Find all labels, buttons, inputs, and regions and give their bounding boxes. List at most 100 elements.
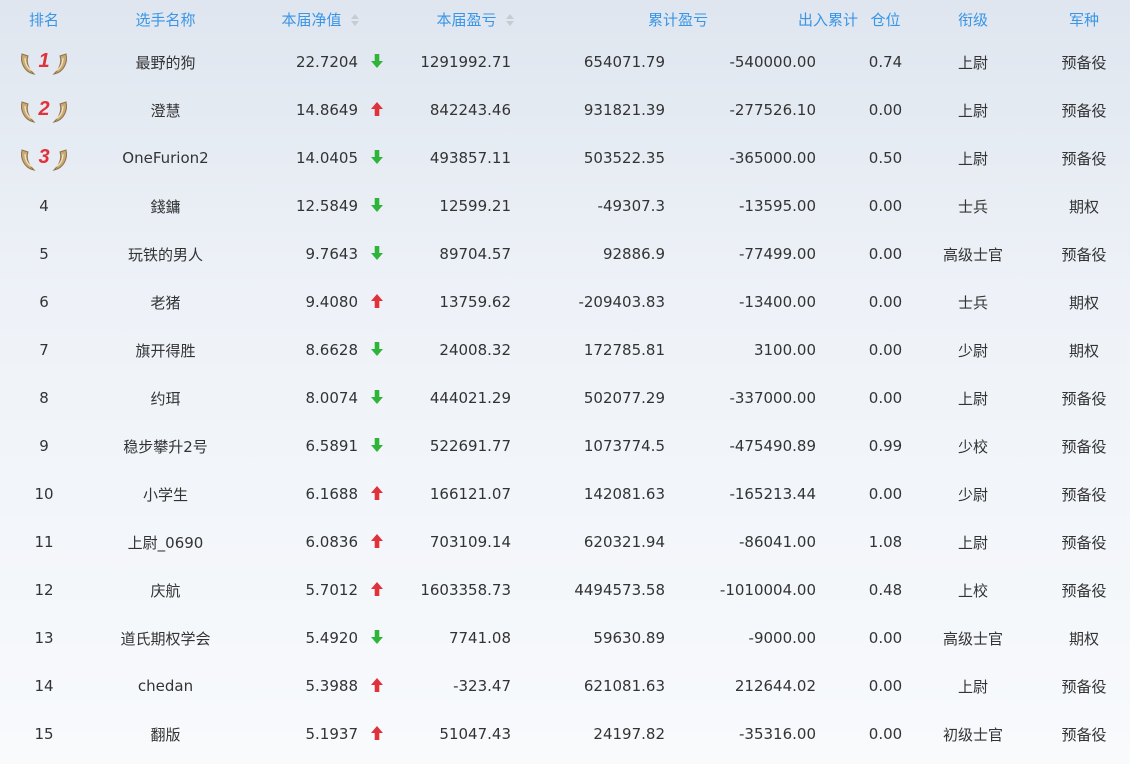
player-name: 玩铁的男人 — [127, 245, 203, 264]
nav-value: 8.6628 — [305, 341, 359, 359]
level-value: 少尉 — [957, 341, 988, 360]
rank-cell: 8 — [39, 389, 49, 407]
level-value: 上尉 — [957, 533, 988, 552]
player-name: 道氏期权学会 — [120, 629, 211, 648]
table-row: 11 上尉_0690 6.0836 703109.14 620321.94 -86041.… — [0, 518, 1130, 566]
branch-value: 预备役 — [1061, 101, 1107, 120]
cum-pnl-value: 92886.9 — [602, 245, 665, 263]
table-row: 7 旗开得胜 8.6628 24008.32 172785.81 3100.00 0.00 少… — [0, 326, 1130, 374]
nav-value: 5.1937 — [305, 725, 359, 743]
position-value: 0.00 — [868, 389, 903, 407]
flow-value: -277526.10 — [729, 101, 816, 119]
rank-badge-icon: 3 — [21, 146, 67, 171]
player-name: 澄慧 — [150, 101, 181, 120]
header-branch: 军种 — [1068, 10, 1099, 29]
arrow-up-icon — [371, 294, 383, 308]
level-value: 上尉 — [957, 101, 988, 120]
nav-value: 12.5849 — [295, 197, 358, 215]
ranking-table: 排名 选手名称 本届净值 本届盈亏 累计盈亏 出入累计 仓位 衔级 军种 1 最野… — [0, 0, 1130, 764]
cum-pnl-value: 654071.79 — [583, 53, 665, 71]
table-row: 1 最野的狗 22.7204 1291992.71 654071.79 -540000.0… — [0, 38, 1130, 86]
level-value: 高级士官 — [942, 245, 1003, 264]
cum-pnl-value: 59630.89 — [593, 629, 665, 647]
cum-pnl-value: 620321.94 — [583, 533, 665, 551]
nav-value: 5.3988 — [305, 677, 359, 695]
player-name: 錢鏞 — [150, 197, 181, 216]
pnl-value: 13759.62 — [439, 293, 511, 311]
arrow-up-icon — [371, 486, 383, 500]
header-player: 选手名称 — [135, 10, 196, 29]
flow-value: -13595.00 — [739, 197, 816, 215]
flow-value: -77499.00 — [739, 245, 816, 263]
cum-pnl-value: 4494573.58 — [574, 581, 665, 599]
position-value: 0.50 — [868, 149, 903, 167]
header-nav-label: 本届净值 — [281, 10, 342, 29]
header-pnl[interactable]: 本届盈亏 — [398, 9, 553, 30]
header-position: 仓位 — [870, 10, 901, 29]
player-name: 稳步攀升2号 — [123, 437, 208, 456]
nav-cell: 22.7204 — [243, 53, 398, 71]
header-nav[interactable]: 本届净值 — [243, 9, 398, 30]
nav-cell: 8.6628 — [243, 341, 398, 359]
table-row: 4 錢鏞 12.5849 12599.21 -49307.3 -13595.00 0.00 士… — [0, 182, 1130, 230]
position-value: 0.00 — [868, 101, 903, 119]
position-value: 0.00 — [868, 293, 903, 311]
nav-cell: 5.7012 — [243, 581, 398, 599]
level-value: 上尉 — [957, 149, 988, 168]
rank-cell: 13 — [34, 629, 54, 647]
branch-value: 期权 — [1068, 293, 1099, 312]
pnl-value: 1603358.73 — [420, 581, 511, 599]
pnl-value: 493857.11 — [429, 149, 511, 167]
position-value: 0.74 — [868, 53, 903, 71]
position-value: 0.00 — [868, 197, 903, 215]
level-value: 少校 — [957, 437, 988, 456]
arrow-down-icon — [371, 198, 383, 212]
player-name: 最野的狗 — [135, 53, 196, 72]
rank-cell: 3 — [0, 142, 88, 174]
level-value: 上校 — [957, 581, 988, 600]
branch-value: 预备役 — [1061, 581, 1107, 600]
player-name: 约珥 — [150, 389, 181, 408]
pnl-value: 444021.29 — [429, 389, 511, 407]
cum-pnl-value: 621081.63 — [583, 677, 665, 695]
table-row: 6 老猪 9.4080 13759.62 -209403.83 -13400.00 0.00… — [0, 278, 1130, 326]
rank-cell: 14 — [34, 677, 54, 695]
cum-pnl-value: -209403.83 — [578, 293, 665, 311]
arrow-down-icon — [371, 438, 383, 452]
rank-badge-icon: 1 — [21, 50, 67, 75]
header-cum-pnl: 累计盈亏 — [647, 10, 708, 29]
player-name: 翻版 — [150, 725, 181, 744]
sort-icon[interactable] — [505, 13, 515, 27]
flow-value: -13400.00 — [739, 293, 816, 311]
pnl-value: 842243.46 — [429, 101, 511, 119]
table-row: 2 澄慧 14.8649 842243.46 931821.39 -277526.10 0.… — [0, 86, 1130, 134]
flow-value: -475490.89 — [729, 437, 816, 455]
branch-value: 预备役 — [1061, 149, 1107, 168]
sort-icon[interactable] — [350, 13, 360, 27]
branch-value: 预备役 — [1061, 725, 1107, 744]
nav-value: 14.0405 — [295, 149, 358, 167]
table-row: 9 稳步攀升2号 6.5891 522691.77 1073774.5 -475490.8… — [0, 422, 1130, 470]
cum-pnl-value: 142081.63 — [583, 485, 665, 503]
flow-value: -540000.00 — [729, 53, 816, 71]
branch-value: 预备役 — [1061, 389, 1107, 408]
arrow-down-icon — [371, 390, 383, 404]
rank-cell: 15 — [34, 725, 54, 743]
rank-badge-number: 2 — [37, 98, 49, 120]
nav-cell: 6.5891 — [243, 437, 398, 455]
level-value: 上尉 — [957, 677, 988, 696]
pnl-value: -323.47 — [453, 677, 511, 695]
table-row: 15 翻版 5.1937 51047.43 24197.82 -35316.00 0.00 初… — [0, 710, 1130, 758]
player-name: chedan — [137, 677, 194, 695]
table-row: 5 玩铁的男人 9.7643 89704.57 92886.9 -77499.00 0.00… — [0, 230, 1130, 278]
nav-cell: 6.1688 — [243, 485, 398, 503]
header-pnl-label: 本届盈亏 — [436, 10, 497, 29]
nav-cell: 14.0405 — [243, 149, 398, 167]
rank-cell: 12 — [34, 581, 54, 599]
position-value: 0.00 — [868, 245, 903, 263]
rank-cell: 9 — [39, 437, 49, 455]
player-name: 小学生 — [142, 485, 188, 504]
level-value: 上尉 — [957, 389, 988, 408]
branch-value: 预备役 — [1061, 677, 1107, 696]
arrow-up-icon — [371, 582, 383, 596]
